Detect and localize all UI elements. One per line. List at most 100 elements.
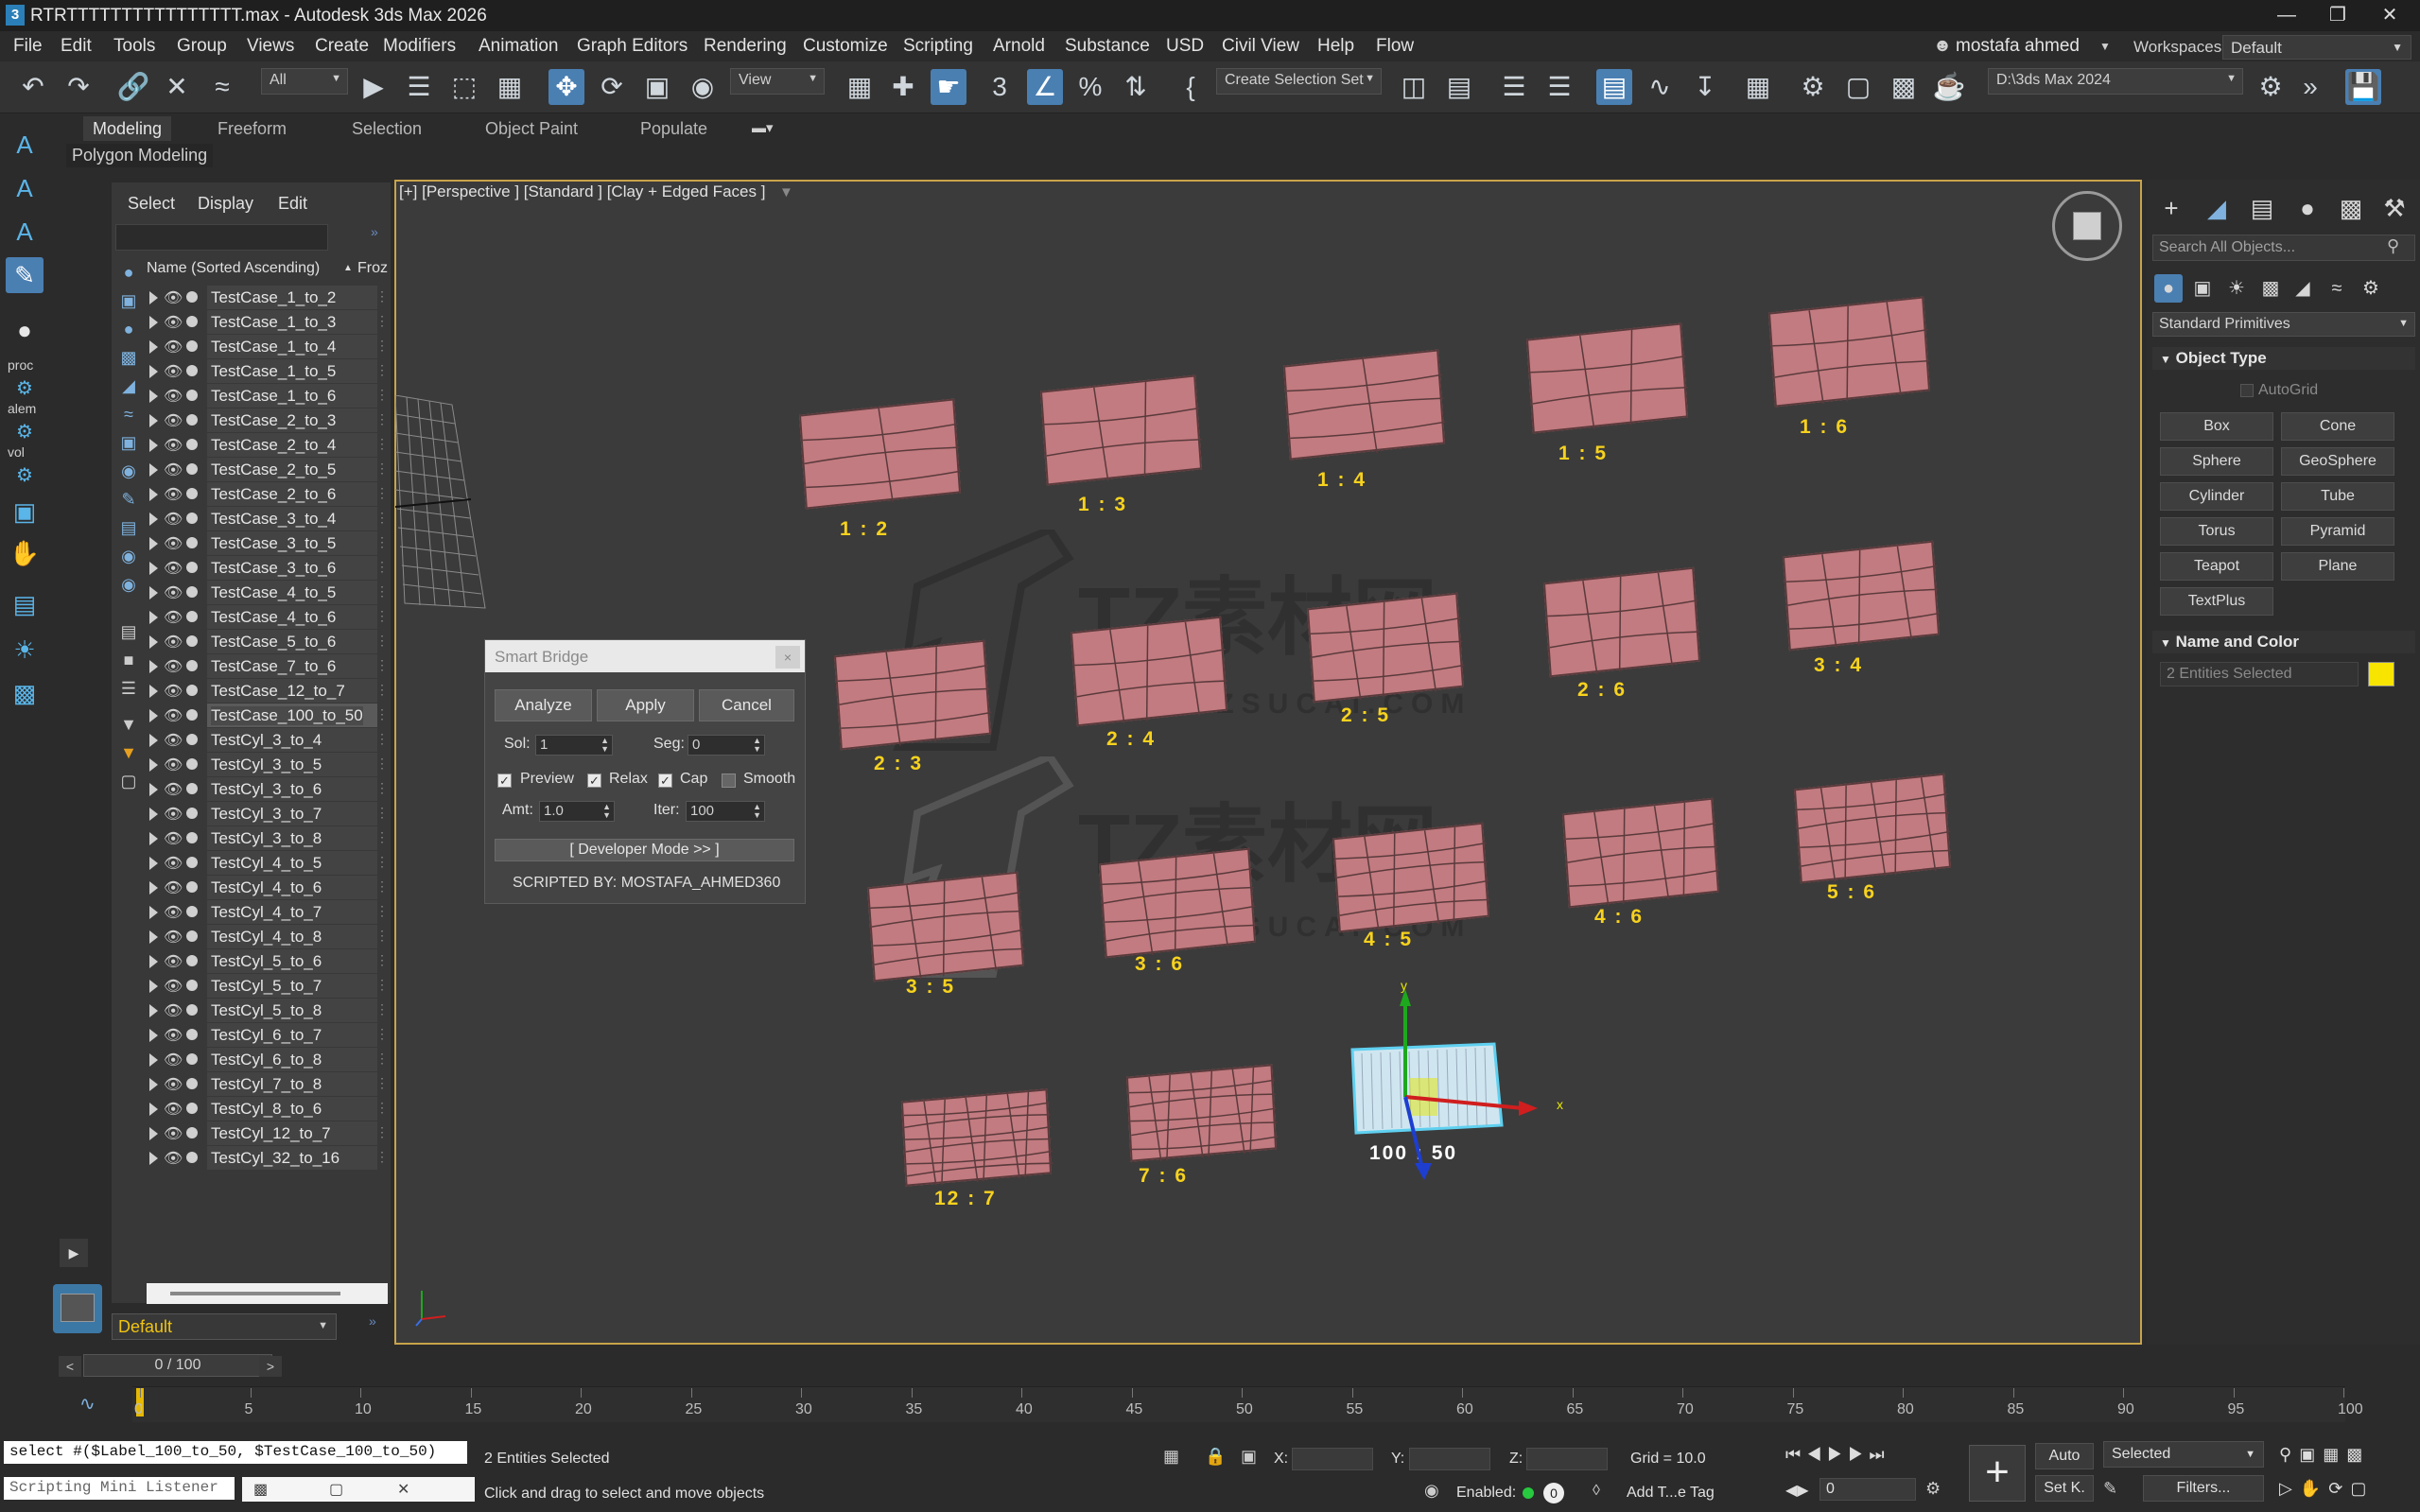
- bridge-patch-mesh[interactable]: [1098, 847, 1257, 959]
- expand-triangle-icon[interactable]: [149, 906, 158, 919]
- frozen-icon[interactable]: ⋮: [375, 338, 389, 354]
- expand-triangle-icon[interactable]: [149, 734, 158, 747]
- bridge-patch-mesh[interactable]: [1282, 349, 1446, 461]
- renderable-dot-icon[interactable]: [186, 685, 198, 696]
- snaps-toggle-icon[interactable]: 3: [982, 69, 1018, 105]
- object-color-swatch[interactable]: [2368, 662, 2394, 686]
- explorer-tab-display[interactable]: Display: [198, 194, 253, 214]
- frozen-icon[interactable]: ⋮: [375, 780, 389, 796]
- menu-rendering[interactable]: Rendering: [704, 36, 787, 57]
- select-manipulate-icon[interactable]: ✚: [885, 69, 921, 105]
- spinner-arrows-icon[interactable]: ▲ ▼: [602, 803, 611, 820]
- prev-key-icon[interactable]: ◀: [1806, 1445, 1827, 1464]
- frozen-icon[interactable]: ⋮: [375, 854, 389, 870]
- frozen-icon[interactable]: ⋮: [375, 461, 389, 477]
- unlink-icon[interactable]: ✕: [159, 69, 195, 105]
- viewport-filter-icon[interactable]: ▼: [779, 184, 793, 200]
- visibility-eye-icon[interactable]: 👁: [164, 436, 183, 455]
- spinner-snap-icon[interactable]: ⇅: [1118, 69, 1154, 105]
- frozen-icon[interactable]: ⋮: [375, 288, 389, 304]
- ribbon-options-icon[interactable]: ▬▾: [752, 119, 774, 136]
- text-tool-icon[interactable]: A: [6, 127, 44, 163]
- taskbar-app-icon[interactable]: ▩: [253, 1480, 268, 1499]
- visibility-eye-icon[interactable]: 👁: [164, 461, 183, 479]
- explorer-row[interactable]: 👁 TestCase_3_to_6 ⋮: [147, 556, 389, 581]
- bridge-patch-mesh[interactable]: [1793, 773, 1952, 884]
- window-crossing-icon[interactable]: ▦: [492, 69, 528, 105]
- visibility-eye-icon[interactable]: 👁: [164, 657, 183, 676]
- apply-button[interactable]: Apply: [597, 689, 694, 721]
- expand-triangle-icon[interactable]: [149, 1078, 158, 1091]
- explorer-row[interactable]: 👁 TestCase_1_to_5 ⋮: [147, 359, 389, 384]
- renderable-dot-icon[interactable]: [186, 783, 198, 794]
- pivot-icon[interactable]: ▦: [842, 69, 878, 105]
- renderable-dot-icon[interactable]: [186, 660, 198, 671]
- explorer-row[interactable]: 👁 TestCase_4_to_5 ⋮: [147, 581, 389, 605]
- expand-triangle-icon[interactable]: [149, 439, 158, 452]
- bridge-patch-mesh[interactable]: [1070, 616, 1228, 727]
- render-production-icon[interactable]: ▩: [1886, 69, 1922, 105]
- expand-icon[interactable]: »: [369, 1313, 376, 1329]
- explorer-row[interactable]: 👁 TestCyl_4_to_8 ⋮: [147, 925, 389, 949]
- tab-modeling[interactable]: Modeling: [83, 116, 172, 141]
- auto-key-button[interactable]: Auto: [2035, 1443, 2094, 1469]
- vol-tool-icon[interactable]: ⚙: [6, 458, 44, 486]
- lights-category-icon[interactable]: ☀: [2222, 274, 2251, 303]
- expand-triangle-icon[interactable]: [149, 881, 158, 895]
- expand-triangle-icon[interactable]: [149, 562, 158, 575]
- visibility-eye-icon[interactable]: 👁: [164, 534, 183, 553]
- explorer-search-input[interactable]: [115, 224, 328, 251]
- zoom-extents-all-icon[interactable]: ▩: [2346, 1445, 2370, 1464]
- frozen-icon[interactable]: ⋮: [375, 485, 389, 501]
- frozen-icon[interactable]: ⋮: [375, 903, 389, 919]
- renderable-dot-icon[interactable]: [186, 709, 198, 721]
- viewport-label[interactable]: [+] [Perspective ] [Standard ] [Clay + E…: [399, 182, 765, 201]
- x-coord-field[interactable]: [1292, 1448, 1373, 1470]
- visibility-eye-icon[interactable]: 👁: [164, 288, 183, 307]
- visibility-eye-icon[interactable]: 👁: [164, 1124, 183, 1143]
- expand-triangle-icon[interactable]: [149, 488, 158, 501]
- bridge-patch-mesh[interactable]: [833, 639, 992, 751]
- play-panel-icon[interactable]: ▶: [60, 1239, 88, 1267]
- explorer-row[interactable]: 👁 TestCyl_3_to_8 ⋮: [147, 826, 389, 851]
- frozen-icon[interactable]: ⋮: [375, 928, 389, 944]
- renderable-dot-icon[interactable]: [186, 463, 198, 475]
- expand-triangle-icon[interactable]: [149, 1152, 158, 1165]
- visibility-eye-icon[interactable]: 👁: [164, 510, 183, 529]
- explorer-row[interactable]: 👁 TestCyl_4_to_5 ⋮: [147, 851, 389, 876]
- edit-named-sets-icon[interactable]: {: [1173, 69, 1209, 105]
- renderable-dot-icon[interactable]: [186, 881, 198, 893]
- bridge-patch-mesh[interactable]: [1039, 374, 1203, 486]
- expand-triangle-icon[interactable]: [149, 685, 158, 698]
- paint-tool-icon[interactable]: ✎: [6, 257, 44, 293]
- explorer-row[interactable]: 👁 TestCase_5_to_6 ⋮: [147, 630, 389, 654]
- filter-cameras-icon[interactable]: ▩: [115, 348, 142, 371]
- renderable-dot-icon[interactable]: [186, 906, 198, 917]
- spacewarps-category-icon[interactable]: ≈: [2323, 274, 2351, 303]
- renderable-dot-icon[interactable]: [186, 734, 198, 745]
- material-editor-icon[interactable]: ▦: [1740, 69, 1776, 105]
- renderable-dot-icon[interactable]: [186, 316, 198, 327]
- create-tab-icon[interactable]: +: [2154, 191, 2188, 225]
- visibility-eye-icon[interactable]: 👁: [164, 411, 183, 430]
- modify-tab-icon[interactable]: ◢: [2200, 191, 2234, 225]
- visibility-eye-icon[interactable]: 👁: [164, 485, 183, 504]
- expand-triangle-icon[interactable]: [149, 340, 158, 354]
- filter-bones-icon[interactable]: ✎: [115, 490, 142, 513]
- menu-usd[interactable]: USD: [1166, 36, 1204, 57]
- frozen-icon[interactable]: ⋮: [375, 510, 389, 526]
- user-name[interactable]: mostafa ahmed: [1956, 36, 2080, 57]
- save-scene-icon[interactable]: 💾: [2345, 69, 2381, 105]
- bridge-patch-mesh[interactable]: [1332, 822, 1490, 933]
- renderable-dot-icon[interactable]: [186, 562, 198, 573]
- explorer-row[interactable]: 👁 TestCyl_3_to_4 ⋮: [147, 728, 389, 753]
- developer-mode-button[interactable]: [ Developer Mode >> ]: [495, 839, 794, 861]
- explorer-row[interactable]: 👁 TestCyl_3_to_6 ⋮: [147, 777, 389, 802]
- cameras-category-icon[interactable]: ▩: [2256, 274, 2285, 303]
- renderable-dot-icon[interactable]: [186, 1127, 198, 1138]
- plane-button[interactable]: Plane: [2281, 552, 2394, 581]
- orbit-icon[interactable]: ⟳: [2328, 1479, 2350, 1498]
- scale-icon[interactable]: ▣: [639, 69, 675, 105]
- cancel-button[interactable]: Cancel: [699, 689, 794, 721]
- column-header-name[interactable]: Name (Sorted Ascending): [147, 260, 320, 277]
